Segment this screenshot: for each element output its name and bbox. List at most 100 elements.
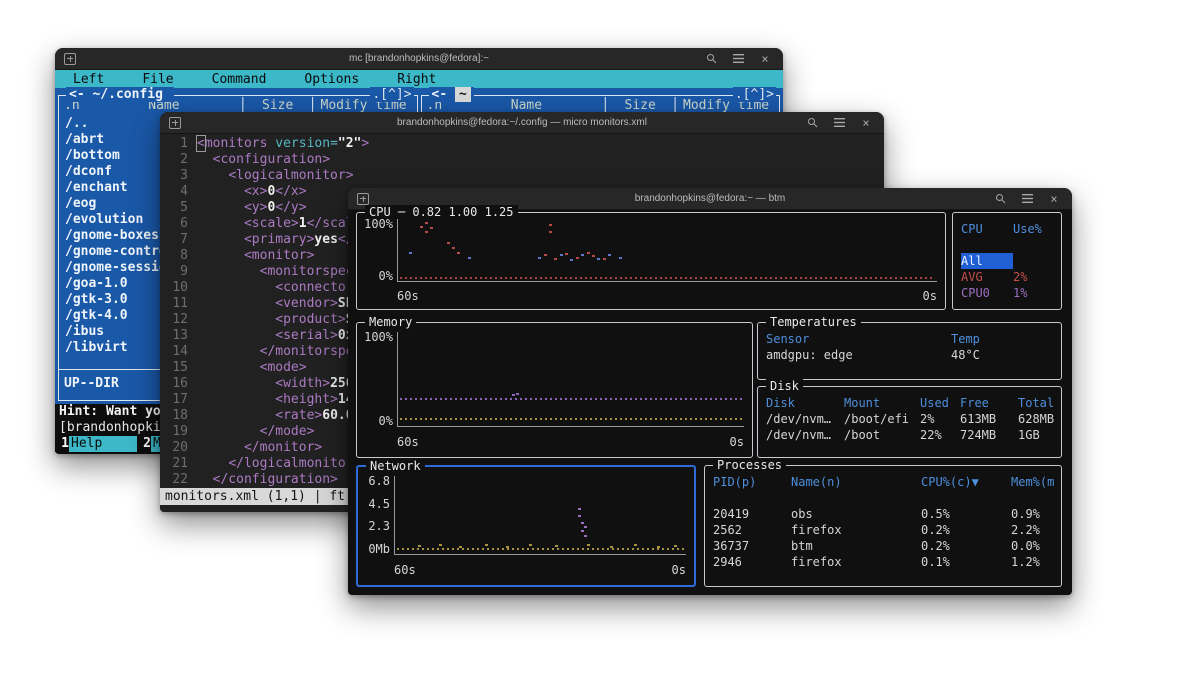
data-point [529,544,532,546]
network-panel[interactable]: Network 6.84.52.30Mb 60s 0s [356,465,696,587]
new-tab-icon[interactable] [357,193,369,205]
window-controls: × [705,53,783,65]
cpu-panel[interactable]: CPU ─ 0.82 1.00 1.25 100%0% 60s 0s [356,212,946,310]
menu-icon[interactable] [833,117,845,129]
menu-item-left[interactable]: Left [73,72,104,87]
column-header[interactable]: Mount [844,395,920,411]
close-icon[interactable]: × [759,53,771,65]
cell: 2.2% [1011,522,1055,538]
data-point [555,545,558,547]
menu-item-options[interactable]: Options [304,72,359,87]
column-header[interactable]: Sensor [766,331,951,347]
cell: 0.2% [921,538,1011,554]
menu-item-command[interactable]: Command [212,72,267,87]
data-point [597,258,600,260]
x-axis-right-label: 0s [672,563,686,577]
data-point [409,252,412,254]
disk-panel[interactable]: Disk DiskMountUsedFreeTotal/dev/nvm…/boo… [757,386,1062,458]
y-axis-label: 2.3 [368,520,390,532]
data-point [674,545,677,547]
column-header[interactable]: Disk [766,395,844,411]
data-point [581,530,584,532]
panel-path[interactable]: <- ~/.config [66,87,174,102]
cell: 22% [920,427,960,443]
data-point [420,226,423,228]
code-line: 2 <configuration> [164,152,884,168]
mini-status: UP--DIR [64,376,119,391]
close-icon[interactable]: × [1048,193,1060,205]
line-number: 17 [164,392,188,408]
cell: 628MB [1018,411,1055,427]
processes-panel[interactable]: PID(p)Name(n)CPU%(c)▼Mem%(m)20419obs0.5%… [704,465,1062,587]
series-line [400,418,742,420]
cell: 613MB [960,411,1018,427]
cell: 0.9% [1011,506,1055,522]
column-header[interactable]: Mem%(m) [1011,474,1055,490]
column-header[interactable]: PID(p) [713,474,791,490]
search-icon[interactable] [994,193,1006,205]
new-tab-icon[interactable] [169,117,181,129]
cell: /dev/nvm… [766,427,844,443]
window-controls: × [994,193,1072,205]
x-axis-left-label: 60s [397,289,419,303]
cell: /boot/efi [844,411,920,427]
active-path: ~ [455,87,471,102]
window-title: mc [brandonhopkins@fedora]:~ [349,53,489,64]
cpu-y-axis: 100%0% [359,218,393,282]
cell: /dev/nvm… [766,411,844,427]
menu-item-right[interactable]: Right [397,72,436,87]
data-point [549,231,552,233]
column-header[interactable]: Used [920,395,960,411]
cell: 1GB [1018,427,1055,443]
micro-titlebar[interactable]: brandonhopkins@fedora:~/.config — micro … [160,112,884,134]
btm-window: brandonhopkins@fedora:~ — btm × CPU ─ 0.… [348,188,1072,595]
line-number: 13 [164,328,188,344]
search-icon[interactable] [806,117,818,129]
menu-icon[interactable] [1021,193,1033,205]
line-number: 10 [164,280,188,296]
data-point [549,224,552,226]
legend-name: CPU0 [961,285,1013,301]
column-header[interactable]: Temp [951,331,1055,347]
panel-path[interactable]: <- ~ [429,87,474,102]
panel-corner-buttons[interactable]: .[^]> [733,87,776,102]
data-point [581,254,584,256]
data-point [439,544,442,546]
line-number: 22 [164,472,188,488]
cell: 2% [920,411,960,427]
memory-graph [397,332,744,427]
cell: 0.2% [921,522,1011,538]
line-number: 5 [164,200,188,216]
column-header[interactable]: Total [1018,395,1055,411]
cpu-legend-panel[interactable]: CPUUse%AllAVG2%CPU01% [952,212,1062,310]
line-number: 6 [164,216,188,232]
fkey-1[interactable]: 1Help [55,436,137,452]
data-point [447,242,450,244]
window-title: brandonhopkins@fedora:~/.config — micro … [397,117,647,128]
data-point [516,393,519,395]
mc-titlebar[interactable]: mc [brandonhopkins@fedora]:~ × [55,48,783,70]
network-x-axis: 60s 0s [394,563,686,577]
column-header[interactable]: Free [960,395,1018,411]
column-header[interactable]: Name(n) [791,474,921,490]
data-point [634,544,637,546]
cell: firefox [791,522,921,538]
path-prefix: <- [432,87,455,102]
new-tab-icon[interactable] [64,53,76,65]
memory-panel[interactable]: Memory 100%0% 60s 0s [356,322,753,458]
column-header[interactable]: Use% [1013,221,1055,237]
temperatures-panel[interactable]: Temperatures SensorTempamdgpu: edge48°C [757,322,1062,380]
column-header[interactable]: CPU%(c)▼ [921,474,1011,490]
line-number: 9 [164,264,188,280]
menu-item-file[interactable]: File [142,72,173,87]
search-icon[interactable] [705,53,717,65]
data-point [578,515,581,517]
y-axis-label: 0Mb [368,543,390,555]
panel-corner-buttons[interactable]: .[^]> [370,87,413,102]
column-header[interactable]: CPU [961,221,1013,237]
data-point [581,522,584,524]
btm-dashboard: CPU ─ 0.82 1.00 1.25 100%0% 60s 0s CPUUs… [348,210,1072,595]
desktop: mc [brandonhopkins@fedora]:~ × Left File C… [0,0,1200,675]
menu-icon[interactable] [732,53,744,65]
close-icon[interactable]: × [860,117,872,129]
